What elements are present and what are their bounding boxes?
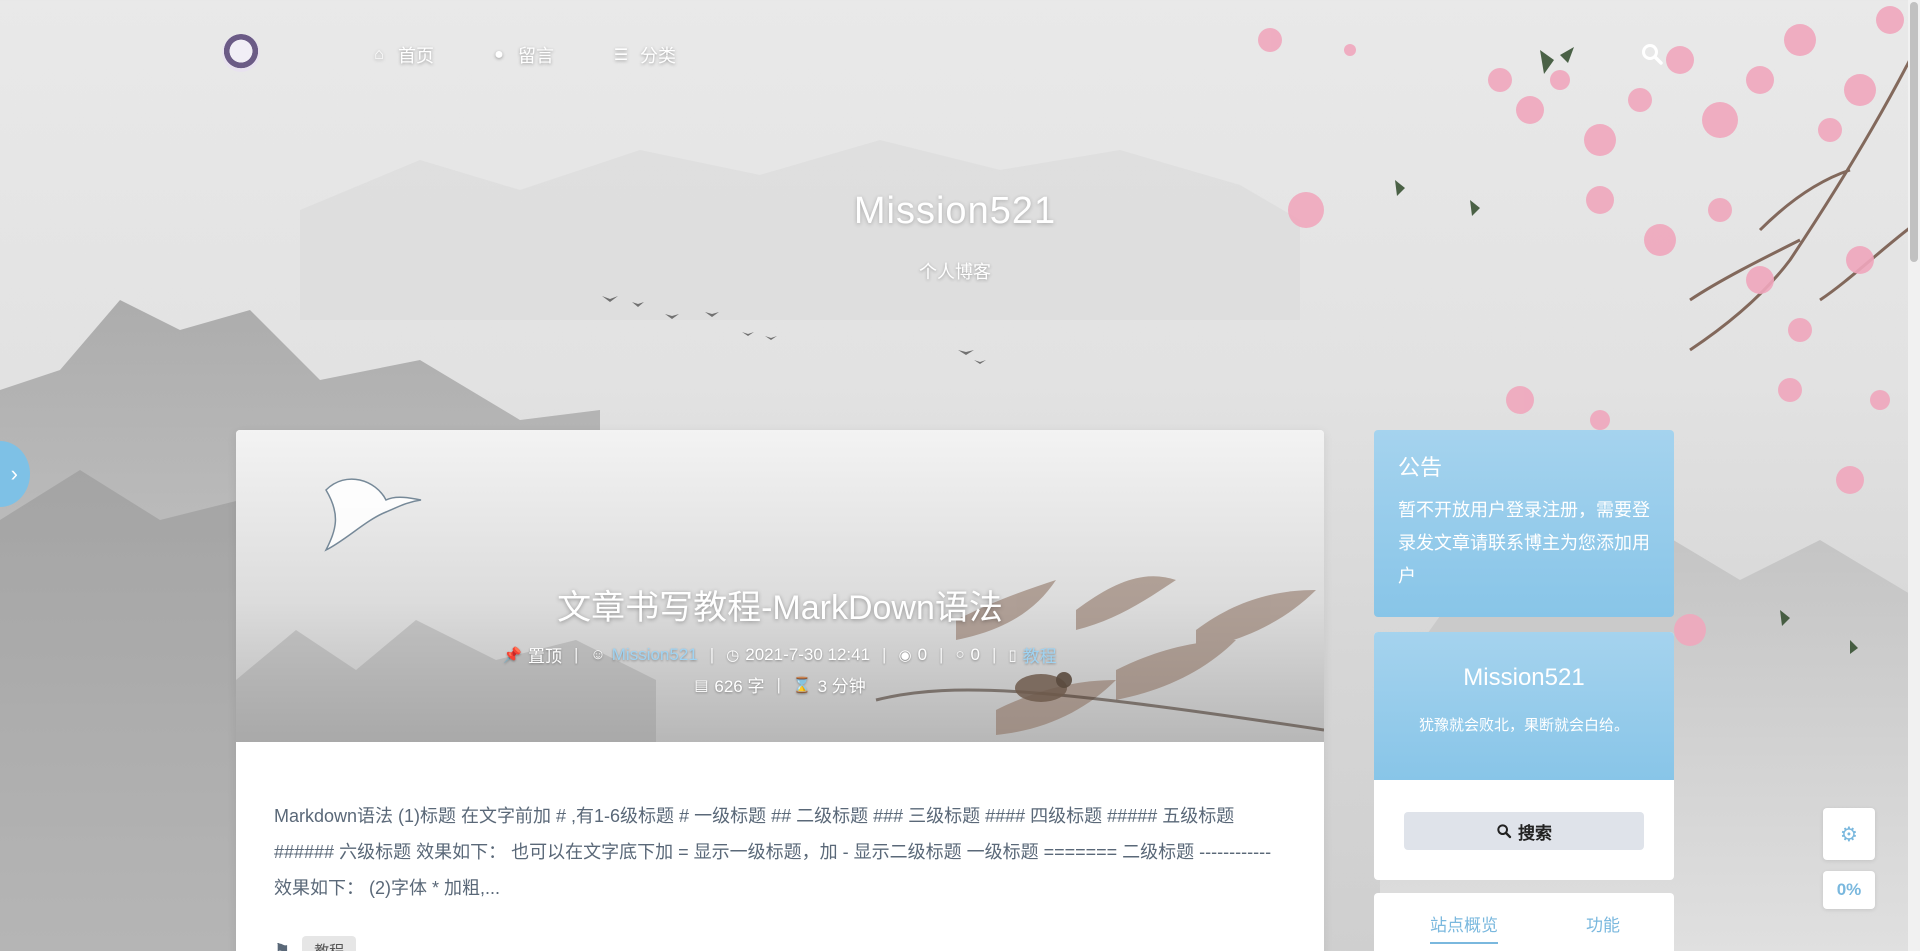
- list-icon: ☰: [613, 47, 629, 64]
- bookmark-icon: ▯: [1008, 646, 1017, 664]
- tag-chip[interactable]: 教程: [302, 936, 357, 951]
- category-link[interactable]: 教程: [1023, 642, 1057, 667]
- site-stats-panel: 站点概览 功能: [1374, 893, 1674, 951]
- profile-header: Mission521 犹豫就会败北，果断就会白给。: [1374, 632, 1674, 780]
- article-meta-row-2: ▤ 626 字 | ⌛ 3 分钟: [236, 672, 1324, 697]
- notice-title: 公告: [1398, 455, 1443, 480]
- search-icon[interactable]: [1640, 42, 1664, 66]
- article-cover-image[interactable]: 文章书写教程-MarkDown语法 📌 置顶 | ☺ Mission521 | …: [236, 430, 1324, 742]
- nav-item-home[interactable]: ⌂ 首页: [370, 42, 434, 68]
- nav-item-label: 分类: [640, 46, 676, 66]
- author-link[interactable]: Mission521: [612, 645, 698, 665]
- search-icon: [1497, 824, 1512, 839]
- article-tags: ⚑ 教程: [274, 936, 357, 951]
- divider: |: [939, 644, 944, 664]
- search-button-label: 搜索: [1518, 823, 1552, 843]
- nav-item-guestbook[interactable]: ● 留言: [490, 42, 554, 68]
- nav-item-categories[interactable]: ☰ 分类: [612, 42, 676, 68]
- site-logo[interactable]: [222, 34, 260, 72]
- nav-item-label: 首页: [398, 46, 434, 66]
- article-meta-row-1: 📌 置顶 | ☺ Mission521 | ◷ 2021-7-30 12:41 …: [236, 642, 1324, 667]
- comment-icon: ●: [494, 46, 504, 63]
- gear-icon: ⚙: [1840, 823, 1858, 846]
- comment-icon: ○: [955, 646, 965, 663]
- eye-icon: ◉: [898, 646, 912, 664]
- hourglass-icon: ⌛: [792, 676, 812, 694]
- word-count: 626 字: [714, 677, 765, 696]
- publish-date: 2021-7-30 12:41: [745, 644, 871, 664]
- search-button[interactable]: 搜索: [1404, 812, 1644, 850]
- divider: |: [709, 644, 715, 664]
- user-icon: ☺: [590, 646, 606, 663]
- article-excerpt: Markdown语法 (1)标题 在文字前加 # ,有1-6级标题 # 一级标题…: [274, 806, 1272, 898]
- tab-functions[interactable]: 功能: [1586, 911, 1620, 936]
- view-count: 0: [917, 644, 928, 664]
- article-card: 文章书写教程-MarkDown语法 📌 置顶 | ☺ Mission521 | …: [236, 430, 1324, 951]
- tags-icon: ⚑: [274, 940, 291, 951]
- profile-card: Mission521 犹豫就会败北，果断就会白给。 搜索: [1374, 632, 1674, 880]
- clock-icon: ◷: [726, 646, 740, 664]
- word-file-icon: ▤: [694, 676, 709, 694]
- profile-motto: 犹豫就会败北，果断就会白给。: [1418, 717, 1629, 734]
- divider: |: [574, 644, 579, 664]
- site-subtitle: 个人博客: [919, 262, 991, 282]
- divider: |: [882, 644, 887, 664]
- comment-count: 0: [970, 644, 980, 664]
- divider: |: [991, 644, 997, 664]
- tab-site-overview[interactable]: 站点概览: [1430, 911, 1498, 944]
- pin-icon: 📌: [503, 646, 522, 664]
- nav-item-label: 留言: [518, 46, 554, 66]
- article-title[interactable]: 文章书写教程-MarkDown语法: [236, 580, 1324, 629]
- page-scrollbar-thumb[interactable]: [1910, 2, 1918, 262]
- scroll-progress-button[interactable]: 0%: [1823, 871, 1875, 909]
- read-time: 3 分钟: [817, 677, 866, 696]
- site-title: Mission521: [853, 190, 1057, 232]
- chevron-right-icon: ›: [10, 461, 18, 486]
- top-navbar: ⌂ 首页 ● 留言 ☰ 分类: [0, 0, 1920, 110]
- notice-panel: 公告 暂不开放用户登录注册，需要登录发文章请联系博主为您添加用户: [1374, 430, 1674, 617]
- divider: |: [776, 674, 781, 694]
- notice-text: 暂不开放用户登录注册，需要登录发文章请联系博主为您添加用户: [1398, 500, 1650, 586]
- pinned-label: 置顶: [528, 647, 562, 666]
- home-icon: ⌂: [374, 46, 384, 63]
- profile-name: Mission521: [1463, 664, 1585, 691]
- settings-button[interactable]: ⚙: [1823, 808, 1875, 860]
